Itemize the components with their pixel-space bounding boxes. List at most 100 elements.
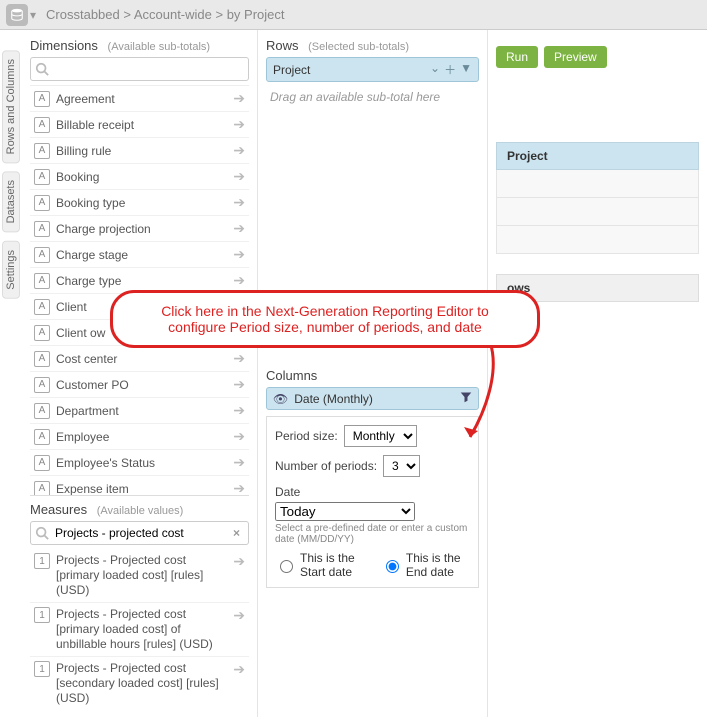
dimensions-search[interactable]: [30, 57, 249, 81]
arrow-right-icon[interactable]: ➔: [229, 272, 245, 289]
measure-label: Projects - Projected cost [primary loade…: [56, 607, 229, 652]
row-chip-label: Project: [273, 63, 430, 77]
dimension-label: Expense item: [56, 482, 229, 496]
plus-icon[interactable]: ＋: [444, 61, 456, 78]
dimension-item[interactable]: A Employee's Status➔: [30, 450, 249, 476]
chevron-down-icon[interactable]: ▾: [30, 8, 36, 22]
dimension-item[interactable]: ADepartment➔: [30, 398, 249, 424]
dimension-label: Charge projection: [56, 222, 229, 236]
attribute-badge-icon: A: [34, 481, 50, 496]
arrow-right-icon[interactable]: ➔: [229, 454, 245, 471]
dimension-label: Booking: [56, 170, 229, 184]
end-date-radio-input[interactable]: [386, 560, 399, 573]
measures-subtitle: (Available values): [97, 505, 184, 517]
dimensions-title: Dimensions: [30, 38, 98, 53]
search-icon: [35, 62, 49, 76]
attribute-badge-icon: A: [34, 325, 50, 341]
clear-icon[interactable]: ×: [229, 526, 244, 540]
dimensions-search-input[interactable]: [53, 60, 244, 78]
measure-badge-icon: 1: [34, 607, 50, 623]
dimension-item[interactable]: ACustomer PO➔: [30, 372, 249, 398]
tab-datasets[interactable]: Datasets: [2, 171, 20, 232]
arrow-right-icon[interactable]: ➔: [229, 607, 245, 652]
arrow-right-icon[interactable]: ➔: [229, 168, 245, 185]
attribute-badge-icon: A: [34, 117, 50, 133]
arrow-right-icon[interactable]: ➔: [229, 246, 245, 263]
arrow-right-icon[interactable]: ➔: [229, 376, 245, 393]
attribute-badge-icon: A: [34, 351, 50, 367]
preview-cell: [496, 170, 699, 198]
period-size-select[interactable]: Monthly: [344, 425, 417, 447]
tab-rows-and-columns[interactable]: Rows and Columns: [2, 50, 20, 163]
annotation-tail: [430, 342, 550, 462]
arrow-right-icon[interactable]: ➔: [229, 142, 245, 159]
dimension-label: Charge type: [56, 274, 229, 288]
measure-badge-icon: 1: [34, 553, 50, 569]
dimension-item[interactable]: A Expense item➔: [30, 476, 249, 495]
measure-label: Projects - Projected cost [primary loade…: [56, 553, 229, 598]
measure-label: Projects - Projected cost [secondary loa…: [56, 661, 229, 706]
attribute-badge-icon: A: [34, 221, 50, 237]
attribute-badge-icon: A: [34, 91, 50, 107]
date-select[interactable]: Today: [275, 502, 415, 521]
eye-icon: 👁: [273, 392, 288, 406]
attribute-badge-icon: A: [34, 455, 50, 471]
annotation-callout: Click here in the Next-Generation Report…: [110, 290, 540, 348]
measure-item[interactable]: 1 Projects - Projected cost [primary load…: [30, 549, 249, 603]
measures-search-input[interactable]: [53, 524, 229, 542]
arrow-right-icon[interactable]: ➔: [229, 402, 245, 419]
attribute-badge-icon: A: [34, 299, 50, 315]
arrow-right-icon[interactable]: ➔: [229, 350, 245, 367]
date-help-text: Select a pre-defined date or enter a cus…: [275, 523, 470, 545]
dimension-label: Billing rule: [56, 144, 229, 158]
arrow-right-icon[interactable]: ➔: [229, 428, 245, 445]
arrow-right-icon[interactable]: ➔: [229, 116, 245, 133]
dimension-label: Department: [56, 404, 229, 418]
dimension-label: Employee: [56, 430, 229, 444]
period-size-label: Period size:: [275, 429, 338, 443]
dimension-item[interactable]: A Cost center➔: [30, 346, 249, 372]
tab-settings[interactable]: Settings: [2, 241, 20, 299]
preview-table: Project ows: [496, 142, 699, 302]
row-chip-project[interactable]: Project ⌄ ＋ ▼: [266, 57, 479, 82]
dimension-label: Cost center: [56, 352, 229, 366]
arrow-right-icon[interactable]: ➔: [229, 220, 245, 237]
dimension-item[interactable]: ABilling rule➔: [30, 138, 249, 164]
columns-title: Columns: [266, 368, 317, 383]
dimension-item[interactable]: A Charge projection➔: [30, 216, 249, 242]
preview-header-project: Project: [496, 142, 699, 170]
measure-item[interactable]: 1 Projects - Projected cost [secondary lo…: [30, 657, 249, 709]
arrow-right-icon[interactable]: ➔: [229, 194, 245, 211]
rows-title: Rows: [266, 38, 299, 53]
attribute-badge-icon: A: [34, 377, 50, 393]
dimension-label: Booking type: [56, 196, 229, 210]
measures-search[interactable]: ×: [30, 521, 249, 545]
filter-icon[interactable]: ▼: [460, 61, 472, 78]
dimension-label: Employee's Status: [56, 456, 229, 470]
arrow-right-icon[interactable]: ➔: [229, 661, 245, 706]
dimension-item[interactable]: ACharge stage➔: [30, 242, 249, 268]
arrow-right-icon[interactable]: ➔: [229, 90, 245, 107]
dimension-item[interactable]: A Billable receipt➔: [30, 112, 249, 138]
start-date-radio[interactable]: This is the Start date: [275, 551, 367, 579]
dimension-label: Billable receipt: [56, 118, 229, 132]
measure-item[interactable]: 1 Projects - Projected cost [primary load…: [30, 603, 249, 657]
dimension-label: Charge stage: [56, 248, 229, 262]
preview-button[interactable]: Preview: [544, 46, 607, 68]
dimension-item[interactable]: ABooking type➔: [30, 190, 249, 216]
end-date-radio[interactable]: This is the End date: [381, 551, 470, 579]
search-icon: [35, 526, 49, 540]
attribute-badge-icon: A: [34, 169, 50, 185]
measure-badge-icon: 1: [34, 661, 50, 677]
run-button[interactable]: Run: [496, 46, 538, 68]
arrow-right-icon[interactable]: ➔: [229, 480, 245, 495]
dimension-item[interactable]: A Booking➔: [30, 164, 249, 190]
dimension-item[interactable]: AAgreement➔: [30, 86, 249, 112]
start-date-radio-input[interactable]: [280, 560, 293, 573]
number-of-periods-select[interactable]: 3: [383, 455, 420, 477]
rows-drop-hint: Drag an available sub-total here: [266, 86, 479, 108]
arrow-right-icon[interactable]: ➔: [229, 553, 245, 598]
dimension-item[interactable]: AEmployee➔: [30, 424, 249, 450]
app-icon[interactable]: [6, 4, 28, 26]
chevron-down-icon[interactable]: ⌄: [430, 61, 440, 78]
